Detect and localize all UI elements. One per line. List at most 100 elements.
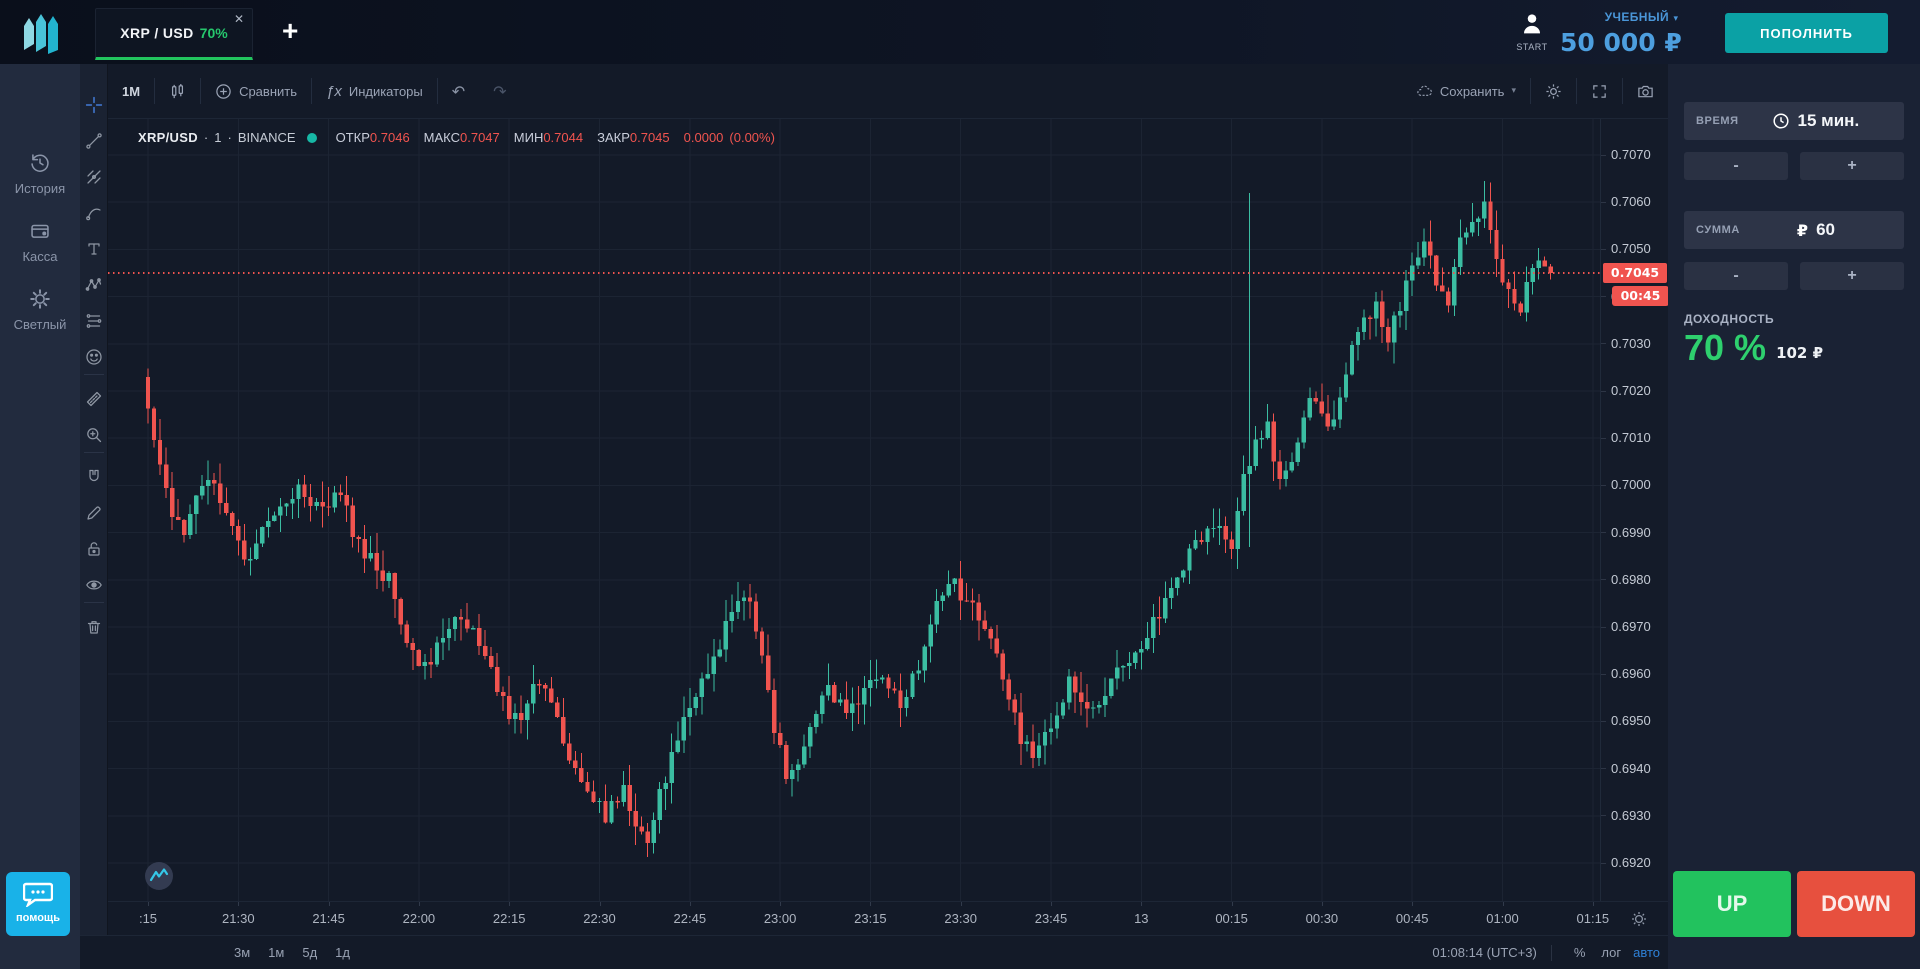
amount-plus-button[interactable]: + [1800, 262, 1904, 290]
account-caret-icon: ▾ [1673, 14, 1678, 24]
trash-tool-icon[interactable] [85, 618, 103, 636]
fullscreen-button[interactable] [1577, 74, 1622, 108]
indicators-button[interactable]: ƒx Индикаторы [312, 74, 437, 108]
edit-tool-icon[interactable] [85, 504, 103, 522]
save-layout-button[interactable]: Сохранить ▾ [1402, 74, 1530, 108]
percent-scale-button[interactable]: % [1566, 945, 1594, 960]
time-value: 15 мин. [1798, 111, 1860, 131]
ruler-tool-icon[interactable] [85, 390, 103, 408]
up-button[interactable]: UP [1673, 871, 1791, 937]
time-axis-label: 00:30 [1306, 911, 1339, 926]
range-button-1м[interactable]: 1м [259, 945, 293, 960]
clock-utc[interactable]: 01:08:14 (UTC+3) [1432, 945, 1536, 960]
price-axis[interactable]: 0.70700.70600.70500.70400.70300.70200.70… [1600, 119, 1668, 901]
cashier-icon [29, 229, 51, 246]
account-switcher[interactable]: УЧЕБНЫЙ ▾ 50 000 ₽ [1560, 8, 1678, 57]
range-button-5д[interactable]: 5д [293, 945, 326, 960]
eye-tool-icon[interactable] [85, 576, 103, 594]
time-tick [1051, 902, 1052, 906]
sidebar-item-history[interactable]: История [0, 152, 80, 196]
add-tab-button[interactable]: + [282, 16, 298, 46]
interval-button[interactable]: 1M [108, 74, 154, 108]
amount-label: СУММА [1696, 224, 1740, 236]
time-tick [1503, 902, 1504, 906]
range-button-3м[interactable]: 3м [225, 945, 259, 960]
ruble-icon: ₽ [1797, 221, 1808, 240]
price-axis-label: 0.7030 [1611, 336, 1651, 351]
trade-panel: ВРЕМЯ 15 мин. - + СУММА ₽ 60 - + ДОХОДНО… [1668, 64, 1920, 969]
user-profile-button[interactable]: START [1512, 12, 1552, 52]
sidebar-item-cashier[interactable]: Касса [0, 220, 80, 264]
toolbar-right-group: Сохранить ▾ [1402, 74, 1668, 108]
time-tick [148, 902, 149, 906]
sidebar-item-theme[interactable]: Светлый [0, 288, 80, 332]
zoom-in-tool-icon[interactable] [85, 426, 103, 444]
amount-field[interactable]: СУММА ₽ 60 [1684, 211, 1904, 249]
time-axis-label: 00:15 [1215, 911, 1248, 926]
time-tick [1232, 902, 1233, 906]
brush-tool-icon[interactable] [85, 204, 103, 222]
change-percent: (0.00%) [729, 130, 775, 145]
chart-settings-button[interactable] [1531, 74, 1576, 108]
redo-button[interactable]: ↷ [479, 74, 520, 108]
user-label: START [1512, 42, 1552, 52]
expiry-time-field[interactable]: ВРЕМЯ 15 мин. [1684, 102, 1904, 140]
auto-scale-button[interactable]: авто [1629, 945, 1668, 960]
legend-symbol[interactable]: XRP/USD [138, 130, 198, 145]
text-tool-icon[interactable] [85, 240, 103, 258]
app-logo-icon[interactable] [20, 10, 64, 56]
lock-tool-icon[interactable] [85, 540, 103, 558]
log-scale-button[interactable]: лог [1593, 945, 1629, 960]
change-value: 0.0000 [684, 130, 724, 145]
tab-close-icon[interactable]: ✕ [234, 13, 244, 25]
emoji-tool-icon[interactable] [85, 348, 103, 366]
trend-line-tool-icon[interactable] [85, 132, 103, 150]
amount-steppers: - + [1684, 262, 1904, 290]
bottom-divider [1551, 945, 1552, 961]
deposit-button[interactable]: ПОПОЛНИТЬ [1725, 13, 1888, 53]
price-tick [1601, 249, 1606, 250]
time-axis-label: 23:00 [764, 911, 797, 926]
time-axis-label: :15 [139, 911, 157, 926]
range-button-1д[interactable]: 1д [326, 945, 359, 960]
compare-button[interactable]: Сравнить [201, 74, 311, 108]
chart-logo-button[interactable] [144, 861, 174, 891]
magnet-tool-icon[interactable] [85, 468, 103, 486]
price-axis-label: 0.6990 [1611, 525, 1651, 540]
time-axis[interactable]: :1521:3021:4522:0022:1522:3022:4523:0023… [108, 901, 1668, 935]
candlestick-chart[interactable] [108, 119, 1600, 901]
down-button[interactable]: DOWN [1797, 871, 1915, 937]
gann-tool-icon[interactable] [85, 168, 103, 186]
chart-type-button[interactable] [155, 74, 200, 108]
time-tick [1412, 902, 1413, 906]
forecast-tool-icon[interactable] [85, 312, 103, 330]
pattern-tool-icon[interactable] [85, 276, 103, 294]
price-tick [1601, 438, 1606, 439]
price-tick [1601, 391, 1606, 392]
time-axis-label: 01:15 [1577, 911, 1610, 926]
payout-value: 70 % 102 ₽ [1684, 328, 1823, 368]
bottom-right-group: 01:08:14 (UTC+3) % лог авто [1432, 945, 1668, 961]
close-value: 0.7045 [630, 130, 670, 145]
time-steppers: - + [1684, 152, 1904, 180]
payout-percent: 70 % [1684, 328, 1766, 368]
fullscreen-icon [1591, 83, 1608, 100]
amount-minus-button[interactable]: - [1684, 262, 1788, 290]
trade-buttons: UP DOWN [1673, 871, 1915, 937]
time-axis-label: 21:30 [222, 911, 255, 926]
price-tick [1601, 674, 1606, 675]
axis-settings-icon[interactable] [1630, 910, 1648, 928]
price-axis-label: 0.6950 [1611, 713, 1651, 728]
asset-tab-xrp-usd[interactable]: XRP / USD 70% ✕ [95, 8, 253, 60]
screenshot-button[interactable] [1623, 74, 1668, 108]
crosshair-tool-icon[interactable] [85, 96, 103, 114]
undo-button[interactable]: ↶ [438, 74, 479, 108]
price-axis-label: 0.6970 [1611, 619, 1651, 634]
chat-icon [23, 881, 53, 907]
time-plus-button[interactable]: + [1800, 152, 1904, 180]
time-minus-button[interactable]: - [1684, 152, 1788, 180]
gear-icon [1545, 83, 1562, 100]
chart-plot-area[interactable]: XRP/USD · 1 · BINANCE ОТКР0.7046 МАКС0.7… [108, 119, 1668, 901]
help-button[interactable]: помощь [6, 872, 70, 936]
price-tick [1601, 485, 1606, 486]
